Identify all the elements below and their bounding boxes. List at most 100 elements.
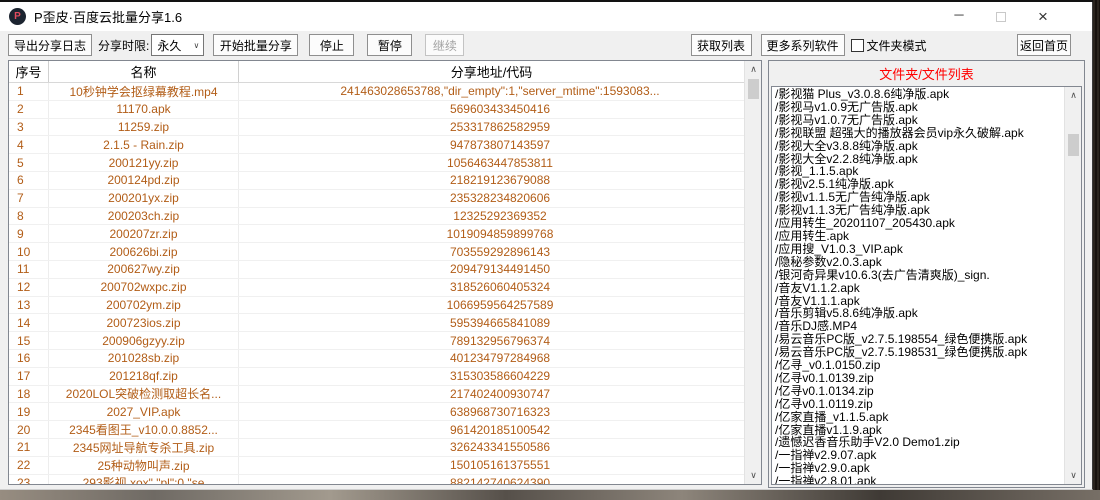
- file-name: 11170.apk: [49, 101, 239, 118]
- table-header: 序号 名称 分享地址/代码: [9, 61, 761, 83]
- share-code: 947873807143597: [239, 136, 761, 153]
- window-title: P歪皮·百度云批量分享1.6: [34, 7, 182, 26]
- back-home-button[interactable]: 返回首页: [1017, 34, 1071, 56]
- table-row[interactable]: 17201218qf.zip315303586604229: [9, 368, 761, 386]
- file-name: 201218qf.zip: [49, 368, 239, 385]
- file-list-item[interactable]: /银河奇异果v10.6.3(去广告清爽版)_sign.: [775, 269, 1063, 282]
- table-row[interactable]: 2225种动物叫声.zip150105161375551: [9, 457, 761, 475]
- table-row[interactable]: 5200121yy.zip1056463447853811: [9, 154, 761, 172]
- file-name: 200201yx.zip: [49, 190, 239, 207]
- row-index: 23: [9, 475, 49, 485]
- table-row[interactable]: 202345看图王_v10.0.0.8852...961420185100542: [9, 421, 761, 439]
- row-index: 16: [9, 350, 49, 367]
- row-index: 20: [9, 421, 49, 438]
- folder-mode-option[interactable]: 文件夹模式: [851, 37, 927, 54]
- export-log-button[interactable]: 导出分享日志: [8, 34, 92, 56]
- table-row[interactable]: 311259.zip253317862582959: [9, 119, 761, 137]
- file-name: 2020LOL突破检测取超长名...: [49, 386, 239, 403]
- table-scrollbar-thumb[interactable]: [748, 79, 759, 99]
- folder-mode-checkbox[interactable]: [851, 39, 864, 52]
- share-code: 235328234820606: [239, 190, 761, 207]
- file-list-scrollbar[interactable]: ∧ ∨: [1064, 87, 1081, 484]
- table-row[interactable]: 10200626bi.zip703559292896143: [9, 243, 761, 261]
- pause-button[interactable]: 暂停: [367, 34, 412, 56]
- row-index: 3: [9, 119, 49, 136]
- share-limit-value: 永久: [157, 37, 181, 54]
- file-list-item[interactable]: /应用转生.apk: [775, 230, 1063, 243]
- table-row[interactable]: 14200723ios.zip595394665841089: [9, 314, 761, 332]
- row-index: 2: [9, 101, 49, 118]
- share-code: 703559292896143: [239, 243, 761, 260]
- table-row[interactable]: 13200702ym.zip1066959564257589: [9, 297, 761, 315]
- table-row[interactable]: 12200702wxpc.zip318526060405324: [9, 279, 761, 297]
- app-icon: P: [9, 8, 26, 25]
- share-code: 1019094859899768: [239, 225, 761, 242]
- table-row[interactable]: 15200906gzyy.zip789132956796374: [9, 332, 761, 350]
- row-index: 7: [9, 190, 49, 207]
- file-list-item[interactable]: /隐秘参数v2.0.3.apk: [775, 256, 1063, 269]
- share-code: 961420185100542: [239, 421, 761, 438]
- start-batch-share-button[interactable]: 开始批量分享: [213, 34, 298, 56]
- file-list-item[interactable]: /亿寻v0.1.0134.zip: [775, 385, 1063, 398]
- file-list-item[interactable]: /影视马v1.0.9无广告版.apk: [775, 101, 1063, 114]
- more-software-button[interactable]: 更多系列软件: [761, 34, 845, 56]
- file-name: 200627wy.zip: [49, 261, 239, 278]
- table-row[interactable]: 16201028sb.zip401234797284968: [9, 350, 761, 368]
- maximize-button[interactable]: [980, 2, 1022, 31]
- table-row[interactable]: 192027_VIP.apk638968730716323: [9, 403, 761, 421]
- scroll-down-icon[interactable]: ∨: [745, 467, 762, 484]
- table-row[interactable]: 7200201yx.zip235328234820606: [9, 190, 761, 208]
- row-index: 19: [9, 403, 49, 420]
- share-code: 253317862582959: [239, 119, 761, 136]
- file-name: 200702wxpc.zip: [49, 279, 239, 296]
- table-row[interactable]: 211170.apk569603433450416: [9, 101, 761, 119]
- stop-button[interactable]: 停止: [309, 34, 354, 56]
- file-list-item[interactable]: /亿寻v0.1.0119.zip: [775, 398, 1063, 411]
- minimize-button[interactable]: ─: [938, 2, 980, 31]
- file-list: /影视猫 Plus_v3.0.8.6纯净版.apk/影视马v1.0.9无广告版.…: [775, 88, 1063, 484]
- table-row[interactable]: 9200207zr.zip1019094859899768: [9, 225, 761, 243]
- file-panel-title: 文件夹/文件列表: [769, 61, 1084, 85]
- file-name: 200906gzyy.zip: [49, 332, 239, 349]
- table-row[interactable]: 8200203ch.zip12325292369352: [9, 208, 761, 226]
- file-list-item[interactable]: /一指禅v2.8.01.apk: [775, 475, 1063, 484]
- file-name: 2.1.5 - Rain.zip: [49, 136, 239, 153]
- get-list-button[interactable]: 获取列表: [691, 34, 752, 56]
- file-list-item[interactable]: /影视猫 Plus_v3.0.8.6纯净版.apk: [775, 88, 1063, 101]
- file-list-item[interactable]: /影视联盟 超强大的播放器会员vip永久破解.apk: [775, 127, 1063, 140]
- share-code: 217402400930747: [239, 386, 761, 403]
- share-code: 218219123679088: [239, 172, 761, 189]
- scroll-down-icon[interactable]: ∨: [1065, 467, 1082, 484]
- share-limit-select[interactable]: 永久 ∨: [151, 34, 204, 56]
- file-list-item[interactable]: /亿寻v0.1.0139.zip: [775, 372, 1063, 385]
- table-row[interactable]: 11200627wy.zip209479134491450: [9, 261, 761, 279]
- table-row[interactable]: 212345网址导航专杀工具.zip326243341550586: [9, 439, 761, 457]
- file-list-item[interactable]: /影视马v1.0.7无广告版.apk: [775, 114, 1063, 127]
- table-row[interactable]: 110秒钟学会抠绿幕教程.mp4241463028653788,"dir_emp…: [9, 83, 761, 101]
- row-index: 11: [9, 261, 49, 278]
- share-code: 150105161375551: [239, 457, 761, 474]
- table-row[interactable]: 23293影视.xox","pl":0,"se882142740624390: [9, 475, 761, 485]
- file-name: 200723ios.zip: [49, 314, 239, 331]
- maximize-icon: [996, 12, 1006, 22]
- scroll-up-icon[interactable]: ∧: [1065, 87, 1082, 104]
- close-button[interactable]: ×: [1022, 2, 1064, 31]
- table-row[interactable]: 6200124pd.zip218219123679088: [9, 172, 761, 190]
- share-code: 595394665841089: [239, 314, 761, 331]
- table-row[interactable]: 42.1.5 - Rain.zip947873807143597: [9, 136, 761, 154]
- file-list-item[interactable]: /应用搜_V1.0.3_VIP.apk: [775, 243, 1063, 256]
- row-index: 8: [9, 208, 49, 225]
- scroll-up-icon[interactable]: ∧: [745, 61, 762, 78]
- file-name: 200121yy.zip: [49, 154, 239, 171]
- file-name: 200702ym.zip: [49, 297, 239, 314]
- file-list-scrollbar-thumb[interactable]: [1068, 134, 1079, 156]
- file-name: 200626bi.zip: [49, 243, 239, 260]
- file-list-item[interactable]: /亿家直播_v1.1.5.apk: [775, 411, 1063, 424]
- file-list-item[interactable]: /音友V1.1.2.apk: [775, 282, 1063, 295]
- file-name: 11259.zip: [49, 119, 239, 136]
- table-scrollbar[interactable]: ∧ ∨: [744, 61, 761, 484]
- file-list-item[interactable]: /影视大全v3.8.8纯净版.apk: [775, 140, 1063, 153]
- table-row[interactable]: 182020LOL突破检测取超长名...217402400930747: [9, 386, 761, 404]
- file-list-item[interactable]: /亿寻_v0.1.0150.zip: [775, 359, 1063, 372]
- share-code: 315303586604229: [239, 368, 761, 385]
